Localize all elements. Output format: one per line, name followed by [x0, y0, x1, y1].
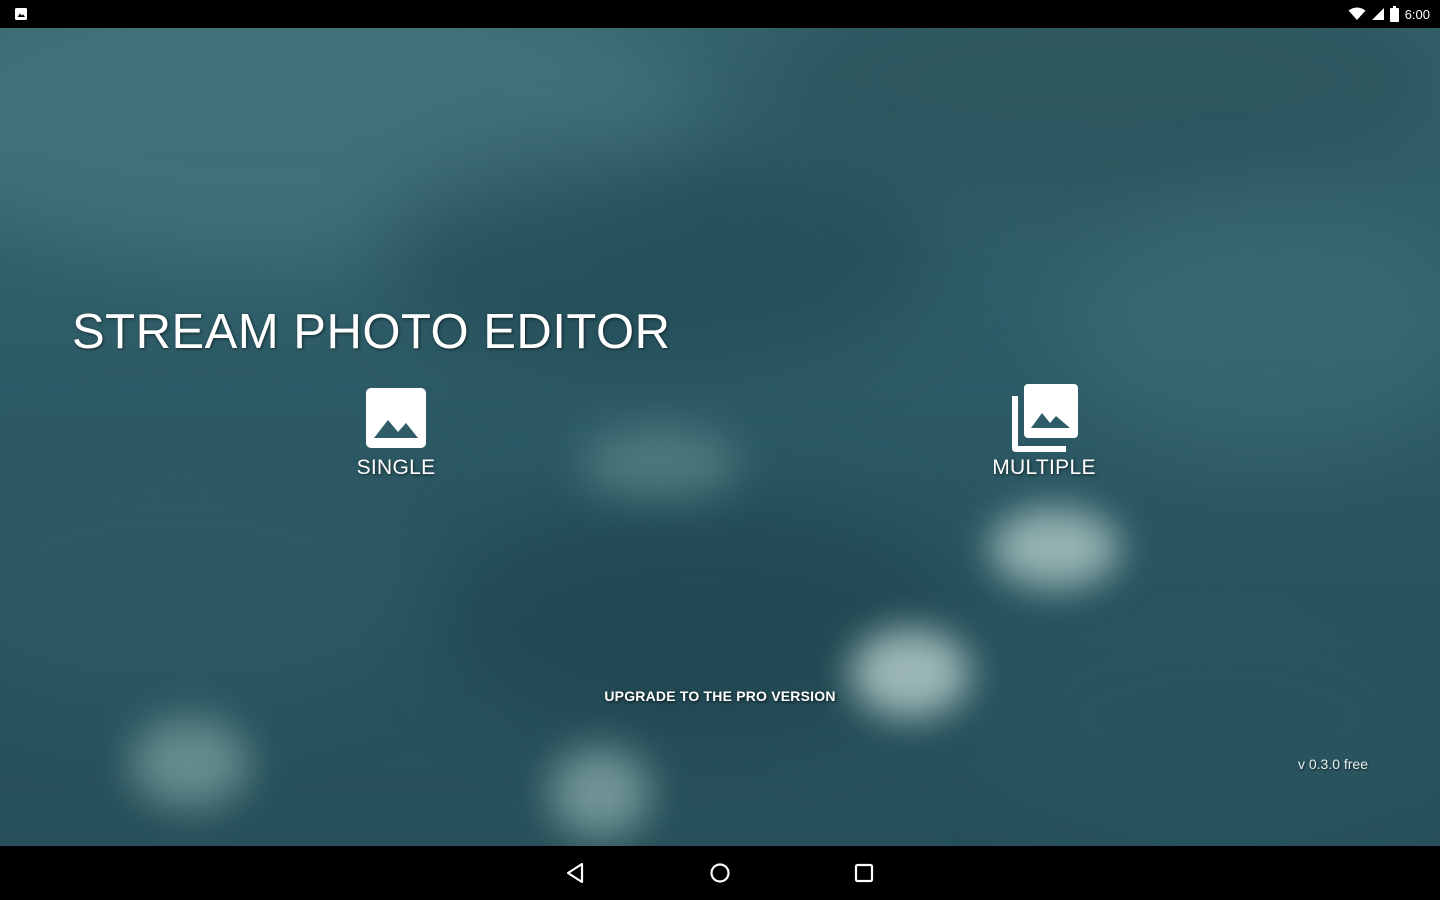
single-label: SINGLE: [356, 456, 436, 479]
background-blur: [990, 508, 1120, 588]
notification-icon: [15, 8, 27, 20]
background-blur: [0, 448, 440, 708]
status-icons: 6:00: [1348, 4, 1430, 24]
navigation-bar: [0, 846, 1440, 900]
multiple-label: MULTIPLE: [992, 456, 1096, 479]
wifi-icon: [1348, 7, 1366, 20]
upgrade-button[interactable]: UPGRADE TO THE PRO VERSION: [570, 688, 870, 704]
background-blur: [1060, 198, 1440, 458]
single-button[interactable]: SINGLE: [346, 382, 446, 480]
signal-icon: [1371, 8, 1384, 20]
background-blur: [850, 628, 970, 718]
background-blur: [130, 718, 250, 808]
background-blur: [980, 588, 1440, 846]
status-bar: 6:00: [0, 0, 1440, 28]
version-label: v 0.3.0 free: [1297, 756, 1368, 772]
recents-icon[interactable]: [850, 859, 878, 887]
app-title: STREAM PHOTO EDITOR: [72, 305, 671, 359]
image-icon: [366, 388, 426, 448]
back-icon[interactable]: [562, 859, 590, 887]
photo-library-icon: [1012, 384, 1078, 452]
screen: 6:00 STREAM PHOTO EDITOR SINGLE MULTIPLE…: [0, 0, 1440, 900]
battery-icon: [1389, 6, 1399, 22]
multiple-button[interactable]: MULTIPLE: [984, 382, 1104, 480]
home-icon[interactable]: [706, 859, 734, 887]
background-blur: [580, 428, 740, 498]
status-time: 6:00: [1404, 6, 1430, 22]
main-screen: STREAM PHOTO EDITOR SINGLE MULTIPLE UPGR…: [0, 28, 1440, 846]
background-blur: [550, 748, 650, 838]
